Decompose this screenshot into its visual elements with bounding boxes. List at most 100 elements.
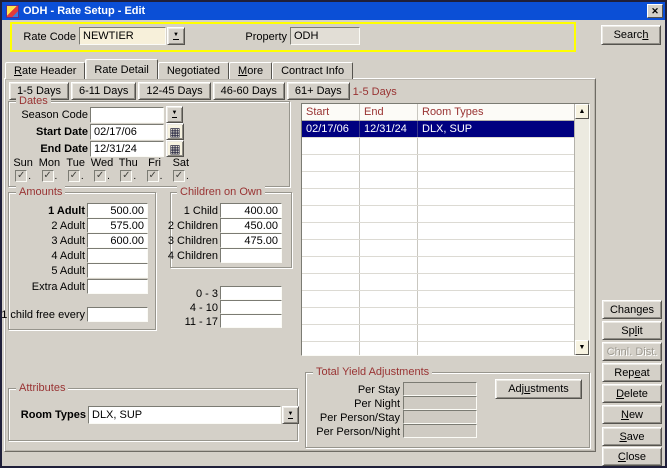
tab-6-11-days[interactable]: 6-11 Days [71, 82, 136, 100]
table-row[interactable] [302, 138, 574, 155]
table-row[interactable] [302, 308, 574, 325]
child-3-label: 3 Children [168, 235, 218, 248]
adult-5-input[interactable] [87, 263, 148, 278]
split-button[interactable]: Split [602, 321, 662, 340]
weekday-label: Fri [141, 157, 167, 169]
child-free-input[interactable] [87, 307, 148, 322]
chnl-dist-button[interactable]: Chnl. Dist. [602, 342, 662, 361]
child-3-input[interactable]: 475.00 [220, 233, 282, 248]
child-2-label: 2 Children [168, 220, 218, 233]
thu-checkbox[interactable]: ✓ [120, 170, 132, 182]
weekday-label: Sat [168, 157, 194, 169]
tab-more[interactable]: More [229, 62, 272, 79]
weekday-label: Mon [36, 157, 62, 169]
start-date-input[interactable]: 02/17/06 [90, 124, 164, 140]
scroll-down-icon[interactable]: ▼ [575, 340, 589, 355]
rate-code-dropdown-button[interactable]: ▼ [167, 27, 185, 45]
adult-4-input[interactable] [87, 248, 148, 263]
children-group-title: Children on Own [177, 186, 265, 198]
age-0-3-label: 0 - 3 [196, 288, 218, 301]
rate-code-input[interactable]: NEWTIER [79, 27, 166, 45]
amounts-group-title: Amounts [16, 186, 65, 198]
table-row[interactable] [302, 172, 574, 189]
tab-contract-info[interactable]: Contract Info [272, 62, 353, 79]
day-range-tabs: 1-5 Days 6-11 Days 12-45 Days 46-60 Days… [9, 82, 350, 100]
table-row[interactable] [302, 291, 574, 308]
season-code-dropdown-button[interactable]: ▼ [166, 106, 183, 123]
table-row[interactable] [302, 240, 574, 257]
start-date-calendar-button[interactable]: ▦ [166, 123, 184, 140]
end-date-label: End Date [40, 143, 88, 156]
rate-tier-grid[interactable]: Start End Room Types 02/17/06 12/31/24 D… [301, 103, 590, 356]
age-4-10-input[interactable] [220, 300, 282, 314]
save-button[interactable]: Save [602, 427, 662, 446]
table-row[interactable] [302, 223, 574, 240]
extra-adult-input[interactable] [87, 279, 148, 294]
chevron-down-icon: ▼ [173, 33, 179, 40]
rate-code-label: Rate Code [23, 31, 76, 44]
tab-rate-header[interactable]: Rate Header [5, 62, 85, 79]
table-row[interactable] [302, 206, 574, 223]
cell-room-types: DLX, SUP [418, 121, 574, 137]
table-row[interactable] [302, 274, 574, 291]
child-2-input[interactable]: 450.00 [220, 218, 282, 233]
table-row[interactable] [302, 342, 574, 356]
weekday-labels: Sun Mon Tue Wed Thu Fri Sat [10, 157, 194, 169]
end-date-input[interactable]: 12/31/24 [90, 141, 164, 157]
tab-61-plus-days[interactable]: 61+ Days [287, 82, 350, 100]
table-row[interactable] [302, 189, 574, 206]
tab-12-45-days[interactable]: 12-45 Days [138, 82, 210, 100]
scroll-up-icon[interactable]: ▲ [575, 104, 589, 119]
room-types-dropdown-button[interactable]: ▼ [282, 406, 299, 424]
sat-checkbox[interactable]: ✓ [173, 170, 185, 182]
table-row[interactable] [302, 257, 574, 274]
wed-checkbox[interactable]: ✓ [94, 170, 106, 182]
tue-checkbox[interactable]: ✓ [68, 170, 80, 182]
adult-1-input[interactable]: 500.00 [87, 203, 148, 218]
adult-3-input[interactable]: 600.00 [87, 233, 148, 248]
search-button[interactable]: Search [601, 25, 661, 45]
yield-group-title: Total Yield Adjustments [313, 366, 432, 378]
repeat-button[interactable]: Repeat [602, 363, 662, 382]
age-0-3-input[interactable] [220, 286, 282, 300]
age-11-17-input[interactable] [220, 314, 282, 328]
child-1-input[interactable]: 400.00 [220, 203, 282, 218]
mon-checkbox[interactable]: ✓ [42, 170, 54, 182]
new-button[interactable]: New [602, 405, 662, 424]
tab-rate-detail[interactable]: Rate Detail [85, 59, 157, 79]
season-code-input[interactable] [90, 107, 164, 123]
child-free-label: 1 child free every [1, 309, 85, 322]
end-date-calendar-button[interactable]: ▦ [166, 140, 184, 157]
delete-button[interactable]: Delete [602, 384, 662, 403]
checkbox-suffix: . [28, 171, 31, 182]
adult-3-label: 3 Adult [51, 235, 85, 248]
extra-adult-label: Extra Adult [32, 281, 85, 294]
sun-checkbox[interactable]: ✓ [15, 170, 27, 182]
table-row[interactable] [302, 155, 574, 172]
adult-2-input[interactable]: 575.00 [87, 218, 148, 233]
weekday-label: Tue [63, 157, 89, 169]
room-types-input[interactable]: DLX, SUP [88, 406, 281, 424]
rate-setup-window: ODH - Rate Setup - Edit ✕ Rate Code NEWT… [0, 0, 667, 468]
changes-button[interactable]: Changes [602, 300, 662, 319]
chevron-down-icon: ▼ [288, 412, 294, 419]
calendar-icon: ▦ [169, 126, 180, 138]
checkbox-suffix: . [107, 171, 110, 182]
app-icon [6, 5, 19, 18]
per-night-field [403, 396, 477, 410]
table-row-selected[interactable]: 02/17/06 12/31/24 DLX, SUP [302, 121, 574, 138]
checkbox-suffix: . [55, 171, 58, 182]
grid-col-room-types: Room Types [418, 104, 574, 120]
grid-scrollbar[interactable]: ▲ ▼ [574, 104, 589, 355]
close-button[interactable]: Close [602, 447, 662, 466]
calendar-icon: ▦ [169, 143, 180, 155]
tab-46-60-days[interactable]: 46-60 Days [213, 82, 285, 100]
weekday-checkboxes: ✓. ✓. ✓. ✓. ✓. ✓. ✓. [10, 170, 194, 182]
tab-negotiated[interactable]: Negotiated [158, 62, 229, 79]
adjustments-button[interactable]: Adjustments [495, 379, 582, 399]
close-icon[interactable]: ✕ [647, 4, 663, 18]
fri-checkbox[interactable]: ✓ [147, 170, 159, 182]
table-row[interactable] [302, 325, 574, 342]
checkbox-suffix: . [160, 171, 163, 182]
child-4-input[interactable] [220, 248, 282, 263]
